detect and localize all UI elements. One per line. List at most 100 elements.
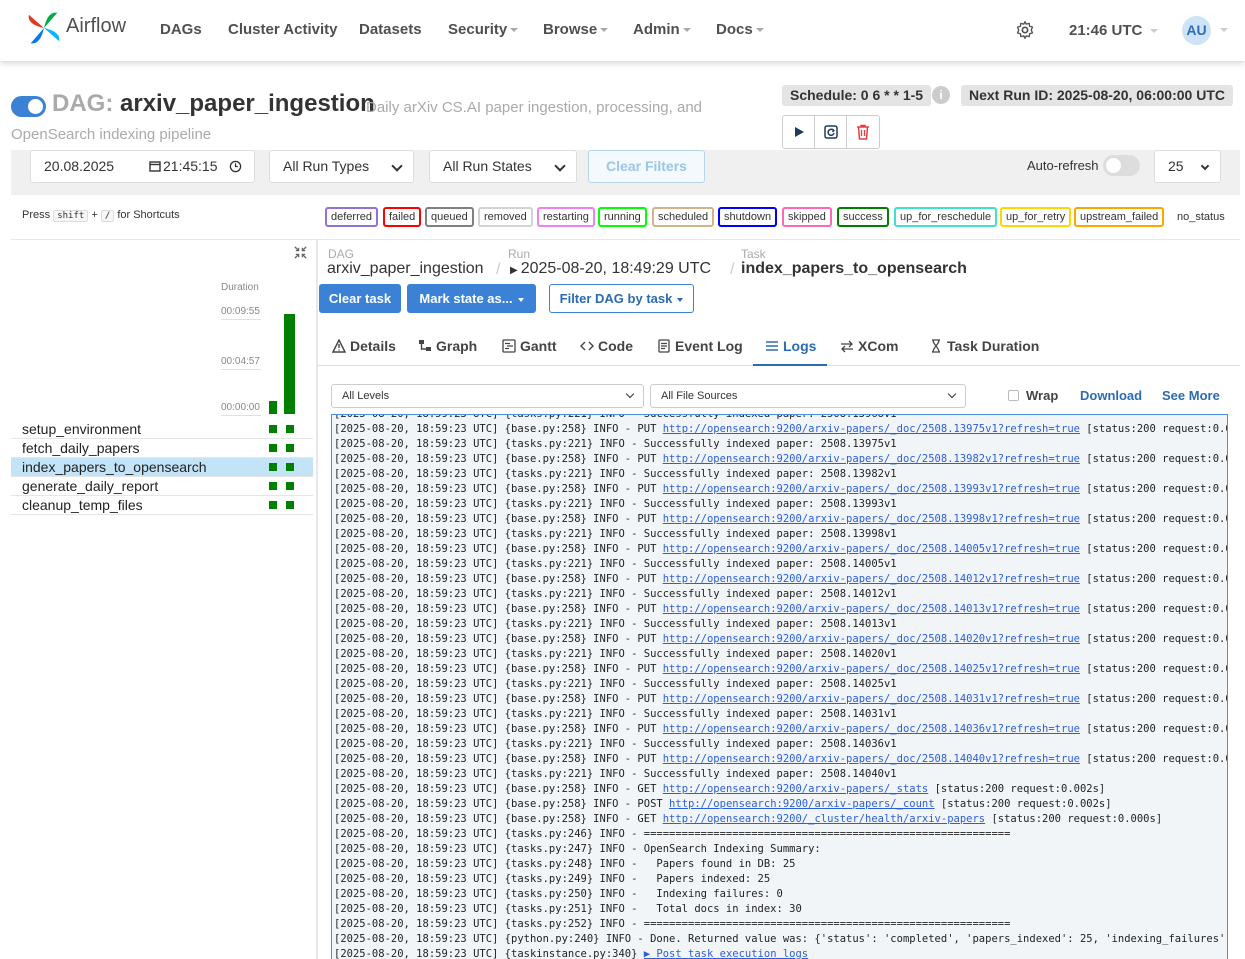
task-instance-square[interactable] xyxy=(286,425,294,433)
reparse-dag-button[interactable] xyxy=(815,116,847,148)
legend-success[interactable]: success xyxy=(837,207,889,227)
legend-up-for-reschedule[interactable]: up_for_reschedule xyxy=(894,207,998,227)
log-link[interactable]: http://opensearch:9200/arxiv-papers/_doc… xyxy=(663,483,1080,495)
nav-security[interactable]: Security xyxy=(448,21,519,38)
mark-state-button[interactable]: Mark state as... xyxy=(407,284,536,313)
legend-removed[interactable]: removed xyxy=(478,207,533,227)
log-line: [2025-08-20, 18:59:23 UTC] {tasks.py:221… xyxy=(334,768,897,780)
utc-clock[interactable]: 21:46 UTC xyxy=(1069,22,1159,39)
run-states-select[interactable]: All Run States xyxy=(429,150,577,183)
task-instance-square[interactable] xyxy=(269,501,277,509)
dag-run-bar[interactable] xyxy=(284,314,295,414)
task-tabs: Details Graph Gantt Code Event Log Logs XCom Ta… xyxy=(318,328,1240,366)
tab-logs[interactable]: Logs xyxy=(765,338,816,354)
wrap-checkbox[interactable] xyxy=(1008,390,1019,401)
log-link[interactable]: http://opensearch:9200/arxiv-papers/_doc… xyxy=(663,753,1080,765)
delete-dag-button[interactable] xyxy=(847,116,879,148)
dag-run-bar[interactable] xyxy=(269,401,277,414)
legend-queued[interactable]: queued xyxy=(425,207,474,227)
log-link[interactable]: http://opensearch:9200/_cluster/health/a… xyxy=(663,813,985,825)
num-runs-select[interactable]: 25 xyxy=(1154,150,1221,183)
task-row-setup-environment[interactable]: setup_environment xyxy=(11,420,313,439)
dag-pause-toggle[interactable] xyxy=(11,96,46,117)
filter-dag-by-task-button[interactable]: Filter DAG by task xyxy=(549,284,694,313)
chevron-down-icon xyxy=(391,160,403,172)
log-line: [2025-08-20, 18:59:23 UTC] {tasks.py:250… xyxy=(334,888,783,900)
airflow-logo[interactable]: Airflow xyxy=(25,9,126,47)
legend-deferred[interactable]: deferred xyxy=(325,207,378,227)
legend-skipped[interactable]: skipped xyxy=(782,207,832,227)
nav-cluster-activity[interactable]: Cluster Activity xyxy=(228,21,337,38)
legend-up-for-retry[interactable]: up_for_retry xyxy=(1000,207,1072,227)
chevron-down-icon xyxy=(510,28,519,33)
legend-running[interactable]: running xyxy=(598,207,647,227)
run-types-select[interactable]: All Run Types xyxy=(269,150,414,183)
auto-refresh-toggle[interactable] xyxy=(1103,155,1140,176)
gear-icon[interactable] xyxy=(1015,20,1035,40)
chevron-down-icon xyxy=(600,28,609,33)
task-instance-square[interactable] xyxy=(269,444,277,452)
log-link[interactable]: http://opensearch:9200/arxiv-papers/_doc… xyxy=(663,453,1080,465)
tab-task-duration[interactable]: Task Duration xyxy=(929,338,1039,354)
duration-tick: 00:04:57 xyxy=(221,356,260,367)
task-row-index-papers-to-opensearch[interactable]: index_papers_to_opensearch xyxy=(11,458,313,477)
nav-dags[interactable]: DAGs xyxy=(160,21,202,38)
task-instance-square[interactable] xyxy=(286,444,294,452)
log-link[interactable]: http://opensearch:9200/arxiv-papers/_doc… xyxy=(663,513,1080,525)
nav-docs[interactable]: Docs xyxy=(716,21,764,38)
task-instance-square[interactable] xyxy=(286,482,294,490)
collapse-icon[interactable] xyxy=(293,245,308,260)
task-instance-square[interactable] xyxy=(269,482,277,490)
legend-no-status[interactable]: no_status xyxy=(1173,207,1229,227)
clear-task-button[interactable]: Clear task xyxy=(319,284,401,313)
download-button[interactable]: Download xyxy=(1080,388,1142,403)
log-link[interactable]: http://opensearch:9200/arxiv-papers/_cou… xyxy=(669,798,935,810)
log-link[interactable]: http://opensearch:9200/arxiv-papers/_doc… xyxy=(663,543,1080,555)
legend-shutdown[interactable]: shutdown xyxy=(718,207,778,227)
breadcrumb-task[interactable]: index_papers_to_opensearch xyxy=(741,260,967,278)
legend-scheduled[interactable]: scheduled xyxy=(652,207,715,227)
nav-admin[interactable]: Admin xyxy=(633,21,691,38)
tab-code[interactable]: Code xyxy=(580,338,633,354)
task-row-generate-daily-report[interactable]: generate_daily_report xyxy=(11,477,313,496)
base-date-input[interactable]: 20.08.2025 21:45:15 xyxy=(30,150,255,183)
log-link[interactable]: http://opensearch:9200/arxiv-papers/_doc… xyxy=(663,423,1080,435)
task-instance-square[interactable] xyxy=(286,501,294,509)
task-row-cleanup-temp-files[interactable]: cleanup_temp_files xyxy=(11,496,313,515)
breadcrumb-dag[interactable]: arxiv_paper_ingestion xyxy=(327,260,484,278)
tab-details[interactable]: Details xyxy=(332,338,396,354)
breadcrumb-run[interactable]: ▶ 2025-08-20, 18:49:29 UTC xyxy=(510,260,711,278)
log-viewer[interactable]: [2025-08-20, 18:59:23 UTC] {tasks.py:221… xyxy=(331,414,1228,959)
log-link[interactable]: http://opensearch:9200/arxiv-papers/_doc… xyxy=(663,603,1080,615)
legend-restarting[interactable]: restarting xyxy=(537,207,595,227)
log-link[interactable]: http://opensearch:9200/arxiv-papers/_doc… xyxy=(663,663,1080,675)
task-instance-square[interactable] xyxy=(269,463,277,471)
legend-failed[interactable]: failed xyxy=(383,207,422,227)
user-avatar[interactable]: AU xyxy=(1182,16,1211,45)
tab-gantt[interactable]: Gantt xyxy=(502,338,557,354)
task-instance-square[interactable] xyxy=(286,463,294,471)
log-link[interactable]: ▶ Post task execution logs xyxy=(644,948,808,959)
clear-filters-button[interactable]: Clear Filters xyxy=(588,150,705,183)
nav-datasets[interactable]: Datasets xyxy=(359,21,422,38)
chevron-down-icon xyxy=(1220,28,1228,32)
tab-graph[interactable]: Graph xyxy=(418,338,477,354)
nav-browse[interactable]: Browse xyxy=(543,21,609,38)
log-link[interactable]: http://opensearch:9200/arxiv-papers/_doc… xyxy=(663,693,1080,705)
log-link[interactable]: http://opensearch:9200/arxiv-papers/_doc… xyxy=(663,573,1080,585)
log-level-select[interactable]: All Levels xyxy=(331,384,644,408)
see-more-button[interactable]: See More xyxy=(1162,388,1220,403)
filter-bar: 20.08.2025 21:45:15 All Run Types All Ru… xyxy=(11,150,1240,195)
log-link[interactable]: http://opensearch:9200/arxiv-papers/_doc… xyxy=(663,633,1080,645)
tab-xcom[interactable]: XCom xyxy=(840,338,898,354)
log-source-select[interactable]: All File Sources xyxy=(650,384,966,408)
legend-upstream-failed[interactable]: upstream_failed xyxy=(1074,207,1165,227)
task-instance-square[interactable] xyxy=(269,425,277,433)
log-line: [2025-08-20, 18:59:23 UTC] {tasks.py:221… xyxy=(334,738,897,750)
info-icon[interactable]: i xyxy=(932,86,950,104)
log-link[interactable]: http://opensearch:9200/arxiv-papers/_sta… xyxy=(663,783,929,795)
trigger-dag-button[interactable] xyxy=(783,116,815,148)
task-row-fetch-daily-papers[interactable]: fetch_daily_papers xyxy=(11,439,313,458)
tab-event-log[interactable]: Event Log xyxy=(657,338,743,354)
log-link[interactable]: http://opensearch:9200/arxiv-papers/_doc… xyxy=(663,723,1080,735)
